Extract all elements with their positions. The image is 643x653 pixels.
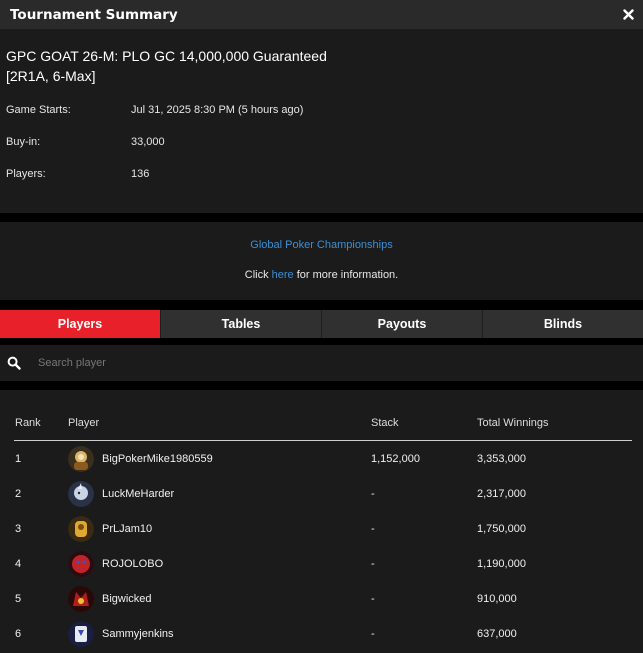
header-stack[interactable]: Stack xyxy=(371,417,399,429)
rank-cell: 3 xyxy=(15,523,22,535)
dialog-title: Tournament Summary xyxy=(10,6,178,23)
table-row[interactable]: 6 Sammyjenkins - 637,000 xyxy=(14,617,632,652)
detail-label: Buy-in: xyxy=(6,136,41,148)
table-row[interactable]: 1 BigPokerMike1980559 1,152,000 3,353,00… xyxy=(14,442,632,477)
brand-link[interactable]: Global Poker Championships xyxy=(0,239,643,251)
stack-cell: 1,152,000 xyxy=(371,453,420,465)
rank-cell: 4 xyxy=(15,558,22,570)
player-name: Sammyjenkins xyxy=(102,628,174,640)
avatar xyxy=(68,446,94,472)
winnings-cell: 1,750,000 xyxy=(477,523,526,535)
tournament-info-panel: GPC GOAT 26-M: PLO GC 14,000,000 Guarant… xyxy=(0,29,643,213)
stack-cell: - xyxy=(371,523,375,535)
tournament-name-line2: [2R1A, 6-Max] xyxy=(6,68,96,84)
detail-label: Players: xyxy=(6,168,46,180)
player-name: Bigwicked xyxy=(102,593,152,605)
winnings-cell: 637,000 xyxy=(477,628,517,640)
table-row[interactable]: 5 Bigwicked - 910,000 xyxy=(14,582,632,617)
table-row[interactable]: 2 LuckMeHarder - 2,317,000 xyxy=(14,477,632,512)
rank-cell: 1 xyxy=(15,453,22,465)
table-row[interactable]: 3 PrLJam10 - 1,750,000 xyxy=(14,512,632,547)
tab-bar: Players Tables Payouts Blinds xyxy=(0,310,643,338)
header-rank[interactable]: Rank xyxy=(15,417,41,429)
detail-label: Game Starts: xyxy=(6,104,71,116)
table-row[interactable]: 4 ROJOLOBO - 1,190,000 xyxy=(14,547,632,582)
stack-cell: - xyxy=(371,488,375,500)
header-player[interactable]: Player xyxy=(68,417,99,429)
detail-value: 33,000 xyxy=(131,136,165,148)
table-header: Rank Player Stack Total Winnings xyxy=(14,390,632,441)
player-name: PrLJam10 xyxy=(102,523,153,535)
tab-tables[interactable]: Tables xyxy=(161,310,322,338)
avatar xyxy=(68,481,94,507)
tab-blinds[interactable]: Blinds xyxy=(483,310,643,338)
winnings-cell: 910,000 xyxy=(477,593,517,605)
stack-cell: - xyxy=(371,628,375,640)
avatar xyxy=(68,516,94,542)
player-name: ROJOLOBO xyxy=(102,558,164,570)
tab-payouts[interactable]: Payouts xyxy=(322,310,483,338)
more-info-suffix: for more information. xyxy=(296,269,399,281)
avatar xyxy=(68,551,94,577)
search-input[interactable] xyxy=(38,354,628,372)
avatar xyxy=(68,586,94,612)
tab-players[interactable]: Players xyxy=(0,310,161,338)
rank-cell: 2 xyxy=(15,488,22,500)
here-link[interactable]: here xyxy=(272,269,294,281)
tournament-name-line1: GPC GOAT 26-M: PLO GC 14,000,000 Guarant… xyxy=(6,48,327,64)
avatar xyxy=(68,621,94,647)
stack-cell: - xyxy=(371,558,375,570)
close-icon[interactable] xyxy=(621,6,635,22)
search-icon[interactable] xyxy=(7,356,21,370)
more-info-text: Click here for more information. xyxy=(0,269,643,281)
rank-cell: 6 xyxy=(15,628,22,640)
click-text: Click xyxy=(244,269,269,281)
players-table: Rank Player Stack Total Winnings 1 BigPo… xyxy=(0,390,643,653)
detail-value: 136 xyxy=(131,168,150,180)
title-bar: Tournament Summary xyxy=(0,0,643,29)
tournament-name: GPC GOAT 26-M: PLO GC 14,000,000 Guarant… xyxy=(6,46,327,86)
player-name: LuckMeHarder xyxy=(102,488,175,500)
winnings-cell: 1,190,000 xyxy=(477,558,526,570)
search-bar xyxy=(0,345,643,381)
rank-cell: 5 xyxy=(15,593,22,605)
header-total-winnings[interactable]: Total Winnings xyxy=(477,417,549,429)
player-name: BigPokerMike1980559 xyxy=(102,453,213,465)
detail-value: Jul 31, 2025 8:30 PM (5 hours ago) xyxy=(131,104,304,116)
winnings-cell: 2,317,000 xyxy=(477,488,526,500)
stack-cell: - xyxy=(371,593,375,605)
promo-panel: Global Poker Championships Click here fo… xyxy=(0,222,643,300)
winnings-cell: 3,353,000 xyxy=(477,453,526,465)
